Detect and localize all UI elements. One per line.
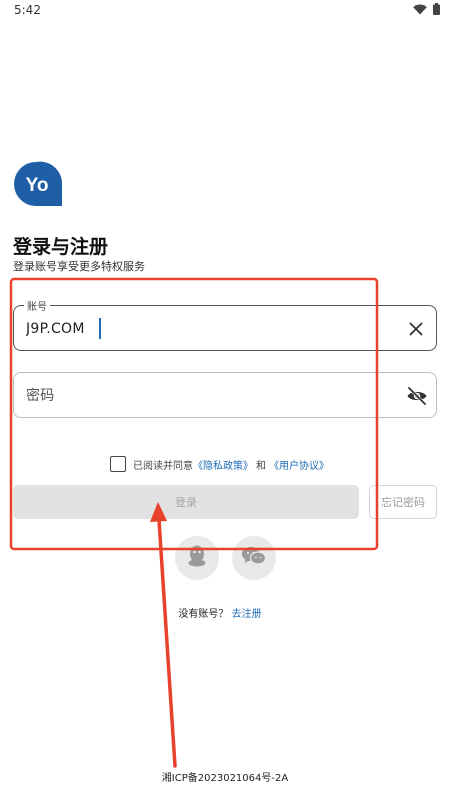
register-link[interactable]: 去注册 <box>232 609 262 620</box>
agreement-prefix: 已阅读并同意 <box>133 460 193 472</box>
login-button[interactable]: 登录 <box>13 485 359 519</box>
page-title: 登录与注册 <box>13 236 109 258</box>
forgot-password-button[interactable]: 忘记密码 <box>369 485 437 519</box>
text-cursor <box>99 318 101 339</box>
register-line: 没有账号？ 去注册 <box>0 605 440 620</box>
status-bar: 5:42 <box>0 0 450 22</box>
icp-footer: 湘ICP备2023021064号-2A <box>161 773 289 784</box>
qq-login-button[interactable] <box>175 536 219 580</box>
wechat-login-button[interactable] <box>232 536 276 580</box>
agreement-row: 已阅读并同意 《隐私政策》 和 《用户协议》 <box>110 456 329 472</box>
qq-icon <box>186 544 208 572</box>
status-icons <box>413 3 440 15</box>
close-icon[interactable] <box>406 319 426 339</box>
register-prompt: 没有账号？ <box>178 609 229 620</box>
agreement-checkbox[interactable] <box>110 456 126 472</box>
page-subtitle: 登录账号享受更多特权服务 <box>13 260 145 273</box>
agreement-and: 和 <box>256 460 266 472</box>
wifi-icon <box>413 4 427 15</box>
eye-off-icon[interactable] <box>406 386 428 406</box>
battery-icon <box>433 3 440 15</box>
annotation-arrow <box>157 518 177 768</box>
account-input[interactable] <box>26 318 386 340</box>
account-field-label: 账号 <box>24 298 50 313</box>
password-field <box>13 372 437 418</box>
account-field: 账号 <box>13 298 437 351</box>
wechat-icon <box>241 545 267 571</box>
password-input[interactable] <box>26 385 386 407</box>
app-logo: Yo <box>12 160 64 208</box>
logo-text: Yo <box>26 175 49 196</box>
user-agreement-link[interactable]: 《用户协议》 <box>269 457 329 472</box>
status-time: 5:42 <box>14 3 41 17</box>
privacy-policy-link[interactable]: 《隐私政策》 <box>193 457 253 472</box>
